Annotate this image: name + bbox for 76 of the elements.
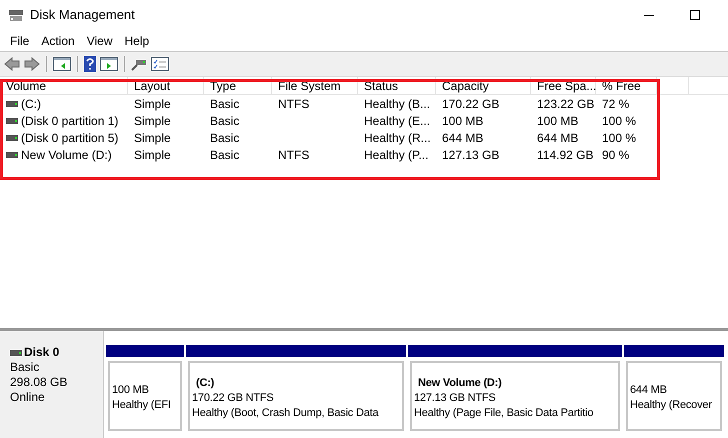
partition-block[interactable]: 100 MB Healthy (EFI (108, 361, 182, 431)
column-header[interactable]: Status (358, 77, 436, 94)
minimize-icon (644, 14, 654, 16)
table-cell-text: 90 % (602, 146, 630, 164)
table-cell-text: Healthy (E... (364, 112, 430, 130)
partition-size: 170.22 GB NTFS (192, 390, 275, 406)
table-cell-text: 100 % (602, 112, 636, 130)
forward-arrow-icon[interactable] (24, 57, 40, 71)
table-cell-text: Basic (210, 146, 240, 164)
table-cell-text: Simple (134, 112, 171, 130)
partition-size: 644 MB (630, 383, 668, 398)
table-cell-text: 114.92 GB (537, 146, 594, 164)
table-cell-text: 170.22 GB (442, 96, 500, 112)
table-cell-text: (Disk 0 partition 1) (21, 112, 118, 130)
drive-icon (6, 100, 18, 106)
table-cell-text: Simple (134, 96, 171, 112)
checklist-icon[interactable] (151, 57, 169, 71)
partition-status: Healthy (Boot, Crash Dump, Basic Data (192, 406, 380, 420)
menu-item[interactable]: File (4, 32, 36, 50)
partition-status: Healthy (EFI (112, 398, 172, 413)
maximize-icon (690, 10, 700, 20)
disk-status: Online (10, 390, 46, 405)
disk-type: Basic (10, 360, 40, 375)
menu-item[interactable]: Help (118, 32, 156, 50)
table-cell-text: (Disk 0 partition 5) (21, 130, 118, 146)
connect-icon[interactable] (131, 57, 147, 71)
table-cell-text: 100 MB (537, 112, 578, 130)
window-title: Disk Management (30, 6, 135, 24)
column-header[interactable]: Free Spa... (531, 77, 596, 94)
disk-size: 298.08 GB (10, 375, 68, 390)
partition-name: New Volume (D:) (417, 376, 503, 390)
table-cell-text: Basic (210, 112, 240, 130)
back-arrow-icon[interactable] (4, 57, 20, 71)
column-header[interactable]: Volume (0, 77, 128, 94)
disk-management-icon (8, 8, 24, 22)
help-icon[interactable] (84, 56, 96, 72)
table-cell-text: 100 % (602, 130, 636, 146)
column-header[interactable]: Layout (128, 77, 204, 94)
panel-icon[interactable] (100, 57, 118, 71)
table-cell-text: 127.13 GB (442, 146, 500, 164)
table-cell-text: Healthy (R... (364, 130, 431, 146)
table-cell-text: NTFS (278, 96, 310, 112)
table-cell-text: New Volume (D:) (21, 146, 112, 164)
table-cell-text: 123.22 GB (537, 96, 594, 112)
drive-icon (6, 134, 18, 140)
partition-status: Healthy (Page File, Basic Data Partitio (414, 406, 594, 420)
menu-item[interactable]: Action (35, 32, 81, 50)
column-header[interactable]: Type (204, 77, 272, 94)
table-cell-text: 72 % (602, 96, 630, 112)
panel-icon[interactable] (53, 57, 71, 71)
partition-status: Healthy (Recover (630, 398, 713, 413)
table-cell-text: Healthy (P... (364, 146, 428, 164)
table-cell-text: 644 MB (537, 130, 578, 146)
partition-size: 100 MB (112, 383, 150, 398)
column-header[interactable]: File System (272, 77, 358, 94)
disk-name: Disk 0 (24, 345, 60, 360)
drive-icon (6, 152, 18, 158)
table-cell-text: Healthy (B... (364, 96, 430, 112)
drive-icon (10, 350, 22, 356)
column-header[interactable]: Capacity (436, 77, 531, 94)
table-cell-text: 644 MB (442, 130, 484, 146)
table-cell-text: 100 MB (442, 112, 484, 130)
table-cell-text: (C:) (21, 96, 41, 112)
partition-name: (C:) (195, 376, 216, 390)
table-cell-text: Simple (134, 130, 171, 146)
table-cell-text: NTFS (278, 146, 310, 164)
table-cell-text: Basic (210, 130, 240, 146)
partition-block[interactable]: New Volume (D:) 127.13 GB NTFS Healthy (Page File, Basic Data Partitio (410, 361, 620, 431)
partition-size: 127.13 GB NTFS (414, 390, 497, 406)
column-header[interactable]: % Free (596, 77, 657, 94)
drive-icon (6, 118, 18, 124)
partition-block[interactable]: (C:) 170.22 GB NTFS Healthy (Boot, Crash Dump, Basic Data (188, 361, 404, 431)
partition-block[interactable]: 644 MB Healthy (Recover (626, 361, 722, 431)
table-cell-text: Basic (210, 96, 240, 112)
menu-item[interactable]: View (80, 32, 118, 50)
table-cell-text: Simple (134, 146, 171, 164)
